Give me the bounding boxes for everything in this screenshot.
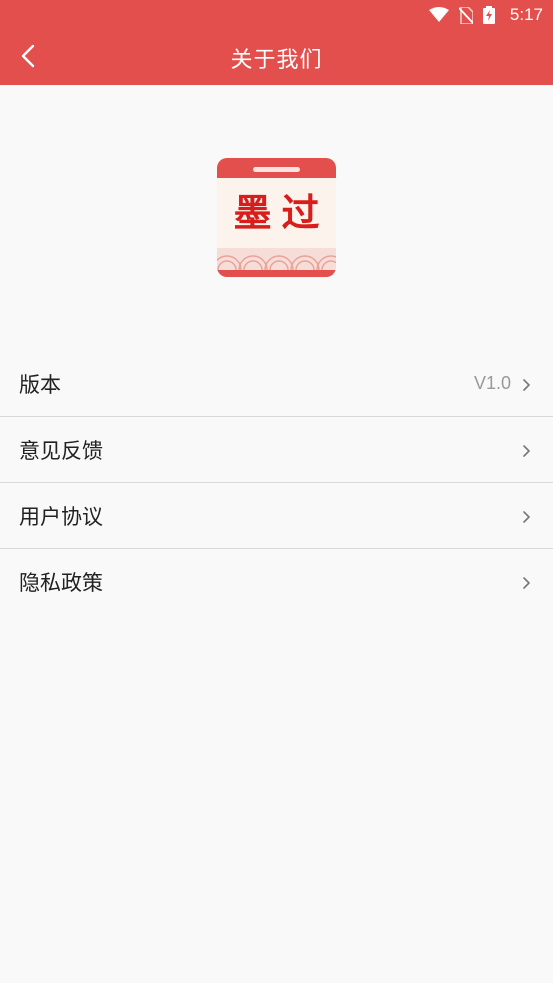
menu-item-version[interactable]: 版本 V1.0 xyxy=(0,351,553,417)
chevron-right-icon xyxy=(521,443,533,457)
menu-item-label: 意见反馈 xyxy=(19,438,103,463)
settings-menu: 版本 V1.0 意见反馈 用户协议 隐私政策 xyxy=(0,351,553,615)
version-value: V1.0 xyxy=(473,373,511,393)
wifi-icon xyxy=(429,7,449,23)
chevron-right-icon xyxy=(521,377,533,391)
status-icons xyxy=(429,6,495,24)
no-sim-icon xyxy=(459,6,473,24)
menu-item-label: 隐私政策 xyxy=(19,571,103,595)
menu-item-label: 版本 xyxy=(19,372,61,397)
status-bar: 5:17 xyxy=(0,0,553,30)
logo-text: 墨过 xyxy=(233,190,330,235)
status-time: 5:17 xyxy=(509,5,543,24)
chevron-right-icon xyxy=(521,575,533,589)
menu-item-feedback[interactable]: 意见反馈 xyxy=(0,417,553,483)
menu-item-label: 用户协议 xyxy=(19,504,103,529)
app-logo: 墨过 xyxy=(217,158,336,277)
chevron-right-icon xyxy=(521,509,533,523)
menu-item-user-agreement[interactable]: 用户协议 xyxy=(0,483,553,549)
menu-item-privacy-policy[interactable]: 隐私政策 xyxy=(0,549,553,615)
battery-charging-icon xyxy=(483,6,495,24)
app-header: 5:17 关于我们 xyxy=(0,0,553,85)
page-title: 关于我们 xyxy=(230,48,323,73)
